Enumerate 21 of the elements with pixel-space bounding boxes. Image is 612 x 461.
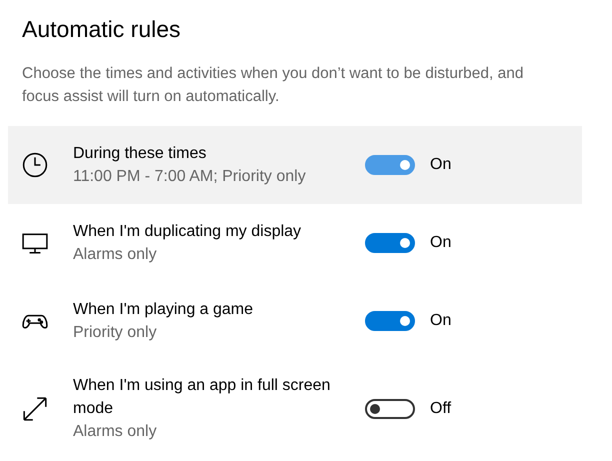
rule-subtitle: Priority only: [73, 323, 158, 343]
rule-subtitle: Alarms only: [73, 245, 158, 265]
rule-title: When I'm playing a game: [73, 300, 254, 320]
toggle-switch[interactable]: [365, 398, 415, 418]
toggle-switch[interactable]: [365, 233, 415, 253]
toggle-switch[interactable]: [365, 155, 415, 175]
toggle-state-label: Off: [430, 400, 452, 418]
rule-subtitle: Alarms only: [73, 422, 158, 442]
clock-icon: [22, 152, 48, 178]
description-text: Choose the times and activities when you don’t want to be disturbed, and focus assist will turn on automatically.: [22, 64, 524, 107]
toggle-state-label: On: [430, 312, 452, 330]
rule-row-highlight[interactable]: During these times 11:00 PM - 7:00 AM; Priority only On: [8, 126, 582, 204]
rule-title: During these times: [73, 144, 208, 164]
rule-title: When I'm using an app in full screen mode: [73, 376, 332, 419]
toggle-state-label: On: [430, 234, 452, 252]
section-heading: Automatic rules: [22, 16, 182, 43]
toggle-switch[interactable]: [365, 311, 415, 331]
rule-title: When I'm duplicating my display: [73, 222, 302, 242]
expand-arrows-icon: [22, 396, 48, 422]
toggle-state-label: On: [430, 156, 452, 174]
rule-subtitle: 11:00 PM - 7:00 AM; Priority only: [73, 167, 307, 187]
